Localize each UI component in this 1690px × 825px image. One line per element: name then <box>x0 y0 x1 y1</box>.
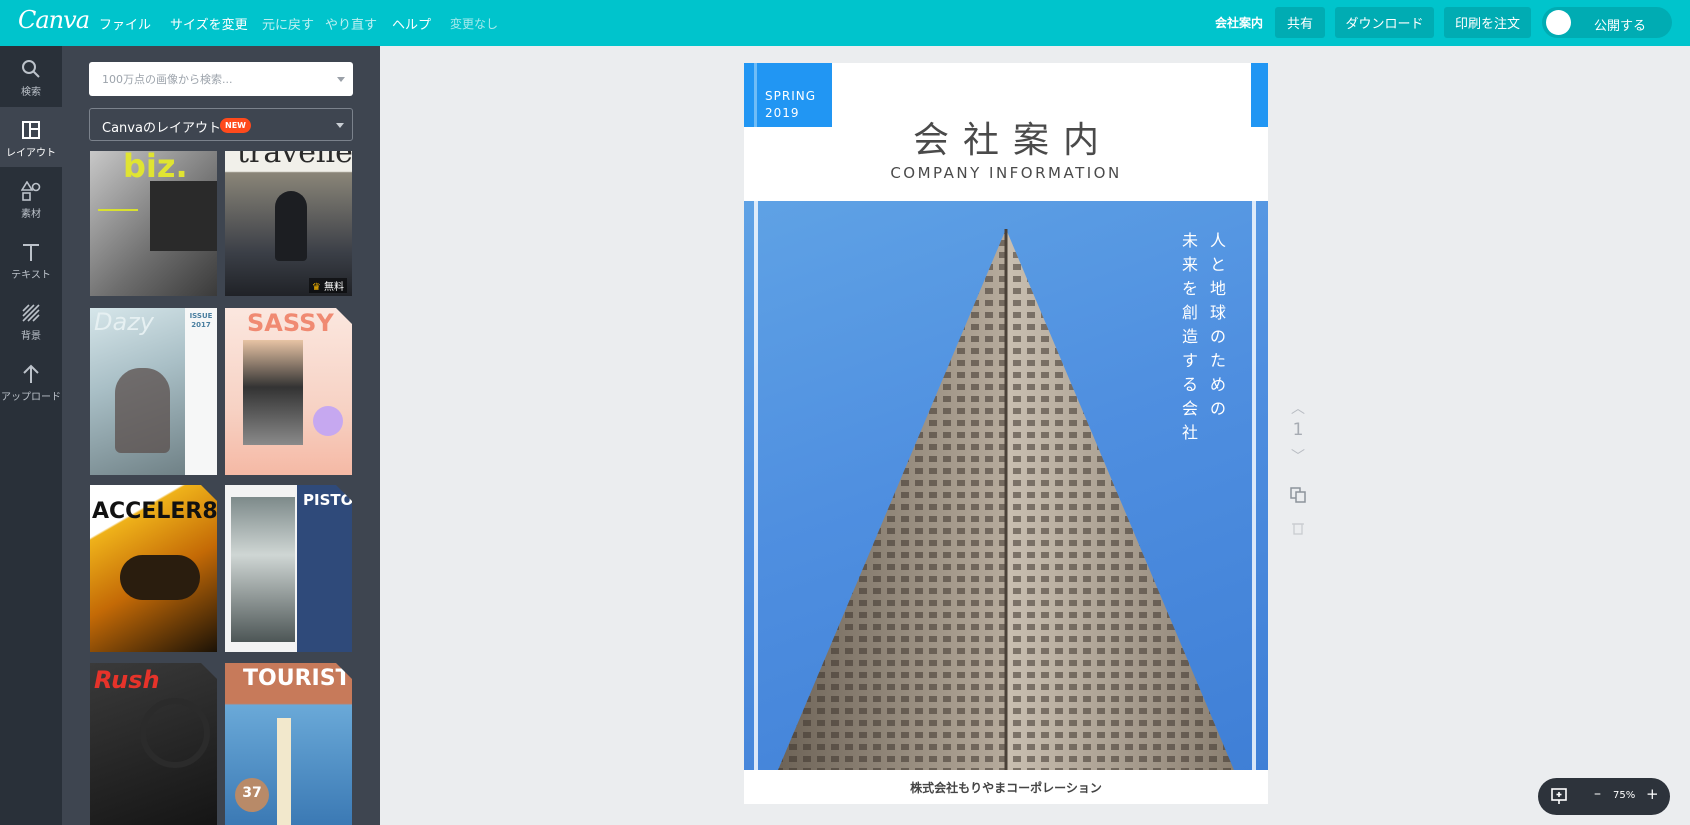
thumb-photo <box>115 368 170 453</box>
order-print-button[interactable]: 印刷を注文 <box>1444 7 1531 38</box>
thumb-lighthouse <box>277 718 291 825</box>
image-search <box>89 62 353 96</box>
free-label: 無料 <box>324 282 344 293</box>
document-title[interactable]: 会社案内 <box>1215 14 1263 31</box>
rail-label: 素材 <box>21 209 41 220</box>
zoom-out-button[interactable]: – <box>1594 786 1601 802</box>
building-photo[interactable]: 人と地球のための 未来を創造する会社 <box>744 201 1268 770</box>
menu-file[interactable]: ファイル <box>99 14 151 33</box>
search-input[interactable] <box>89 62 329 96</box>
page-fold <box>336 485 352 501</box>
present-icon[interactable] <box>1550 787 1568 805</box>
rail-item-search[interactable]: 検索 <box>0 46 62 106</box>
chevron-down-icon[interactable]: ﹀ <box>1284 446 1312 466</box>
duplicate-page-icon[interactable] <box>1284 486 1312 508</box>
thumb-rule <box>98 209 138 211</box>
share-button[interactable]: 共有 <box>1275 7 1325 38</box>
thumb-photo <box>150 181 217 251</box>
layout-source-select[interactable]: Canvaのレイアウト NEW <box>89 108 353 141</box>
rail-label: レイアウト <box>6 148 56 159</box>
thumb-sidebar <box>185 308 217 475</box>
rail-label: テキスト <box>11 270 51 281</box>
vertical-text-col1[interactable]: 人と地球のための <box>1206 229 1230 421</box>
menu-undo[interactable]: 元に戻す <box>262 14 314 33</box>
page-fold <box>336 308 352 324</box>
upload-icon <box>23 364 39 383</box>
thumb-title: travelle <box>237 151 352 170</box>
issue-label: ISSUE 2017 <box>189 312 213 329</box>
page-fold <box>201 485 217 501</box>
free-badge: ♛ 無料 <box>308 278 347 293</box>
thumb-title: Dazy <box>94 308 154 336</box>
template-thumbnail[interactable]: TOURIST 37 <box>225 663 352 825</box>
elements-icon <box>21 181 41 201</box>
thumb-title: SASSY <box>247 309 334 337</box>
rail-label: アップロード <box>1 392 61 403</box>
layout-icon <box>22 121 40 139</box>
template-thumbnail[interactable]: Rush <box>90 663 217 825</box>
thumb-title: biz. <box>123 151 188 185</box>
template-thumbnail[interactable]: PISTON <box>225 485 352 652</box>
text-icon <box>23 244 39 261</box>
template-thumbnail[interactable]: travelle ♛ 無料 <box>225 151 352 296</box>
vertical-text-col2[interactable]: 未来を創造する会社 <box>1178 229 1202 445</box>
menu-redo[interactable]: やり直す <box>325 14 377 33</box>
thumb-photo <box>231 497 295 642</box>
menu-help[interactable]: ヘルプ <box>392 14 431 33</box>
crown-icon: ♛ <box>311 282 321 293</box>
toggle-knob <box>1546 10 1571 35</box>
trash-icon[interactable] <box>1284 520 1312 540</box>
thumb-panel <box>297 485 352 652</box>
new-badge: NEW <box>220 118 251 133</box>
page-fold <box>336 663 352 679</box>
publish-label: 公開する <box>1594 19 1647 34</box>
template-thumbnail[interactable]: SASSY <box>225 308 352 475</box>
save-status: 変更なし <box>450 17 499 31</box>
thumb-circle <box>313 406 343 436</box>
left-rail: 検索 レイアウト 素材 テキスト 背景 アップロード <box>0 46 62 825</box>
rail-item-elements[interactable]: 素材 <box>0 168 62 228</box>
thumb-photo <box>140 698 210 768</box>
menu-resize[interactable]: サイズを変更 <box>170 14 248 33</box>
top-bar: Canva ファイル サイズを変更 元に戻す やり直す ヘルプ 変更なし 会社案… <box>0 0 1690 46</box>
thumb-photo <box>243 340 303 445</box>
title-jp[interactable]: 会社案内 <box>744 111 1268 163</box>
background-icon <box>22 304 40 322</box>
company-name[interactable]: 株式会社もりやまコーポレーション <box>744 779 1268 796</box>
rail-label: 背景 <box>21 331 41 342</box>
thumb-title: ACCELER8 <box>92 499 217 524</box>
rail-item-upload[interactable]: アップロード <box>0 351 62 411</box>
canva-logo[interactable]: Canva <box>18 6 90 34</box>
page-number: 1 <box>1292 420 1304 440</box>
thumb-photo <box>275 191 307 261</box>
zoom-level[interactable]: 75% <box>1613 790 1635 801</box>
page-fold <box>201 663 217 679</box>
chevron-down-icon[interactable] <box>337 77 345 82</box>
search-icon <box>22 60 40 78</box>
template-thumbnail[interactable]: ACCELER8 <box>90 485 217 652</box>
rail-label: 検索 <box>21 87 41 98</box>
template-thumbnail[interactable]: biz. <box>90 151 217 296</box>
zoom-control: – 75% + <box>1538 778 1670 815</box>
rail-item-layout[interactable]: レイアウト <box>0 107 62 167</box>
thumb-photo <box>120 555 200 600</box>
download-button[interactable]: ダウンロード <box>1335 7 1434 38</box>
thumb-title: Rush <box>94 666 160 694</box>
title-en[interactable]: COMPANY INFORMATION <box>744 164 1268 182</box>
thumb-title: TOURIST <box>243 666 351 691</box>
design-page[interactable]: SPRING 2019 会社案内 COMPANY INFORMATION 人と地… <box>744 63 1268 804</box>
template-thumbnail[interactable]: Dazy ISSUE 2017 <box>90 308 217 475</box>
zoom-in-button[interactable]: + <box>1646 785 1659 803</box>
chevron-down-icon <box>336 123 344 128</box>
issue-badge: 37 <box>235 778 269 812</box>
layout-select-label: Canvaのレイアウト <box>102 121 221 136</box>
chevron-up-icon[interactable]: ︿ <box>1284 398 1312 418</box>
rail-item-text[interactable]: テキスト <box>0 229 62 289</box>
publish-toggle[interactable]: 公開する <box>1542 7 1672 38</box>
layouts-panel: Canvaのレイアウト NEW biz. travelle ♛ 無料 Dazy … <box>62 46 380 825</box>
rail-item-background[interactable]: 背景 <box>0 290 62 350</box>
